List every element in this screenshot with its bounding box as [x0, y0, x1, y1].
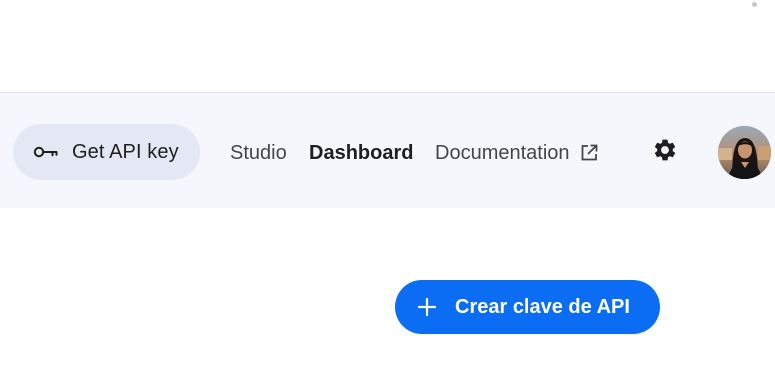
top-navigation-bar: Get API key Studio Dashboard Documentati…: [0, 92, 775, 208]
settings-button[interactable]: [651, 138, 679, 166]
nav-link-dashboard[interactable]: Dashboard: [309, 139, 413, 167]
create-api-key-label: Crear clave de API: [455, 295, 630, 318]
nav-link-documentation-label: Documentation: [435, 142, 570, 164]
open-in-new-icon: [579, 143, 599, 163]
get-api-key-button[interactable]: Get API key: [13, 124, 200, 180]
nav-link-documentation[interactable]: Documentation: [435, 139, 599, 167]
corner-indicator-dot: [752, 2, 757, 7]
key-icon: [32, 138, 60, 166]
gear-icon: [652, 137, 678, 168]
user-avatar[interactable]: [718, 126, 771, 179]
plus-icon: [415, 295, 439, 319]
create-api-key-button[interactable]: Crear clave de API: [395, 280, 660, 334]
nav-link-studio[interactable]: Studio: [230, 139, 287, 167]
get-api-key-label: Get API key: [72, 140, 179, 163]
